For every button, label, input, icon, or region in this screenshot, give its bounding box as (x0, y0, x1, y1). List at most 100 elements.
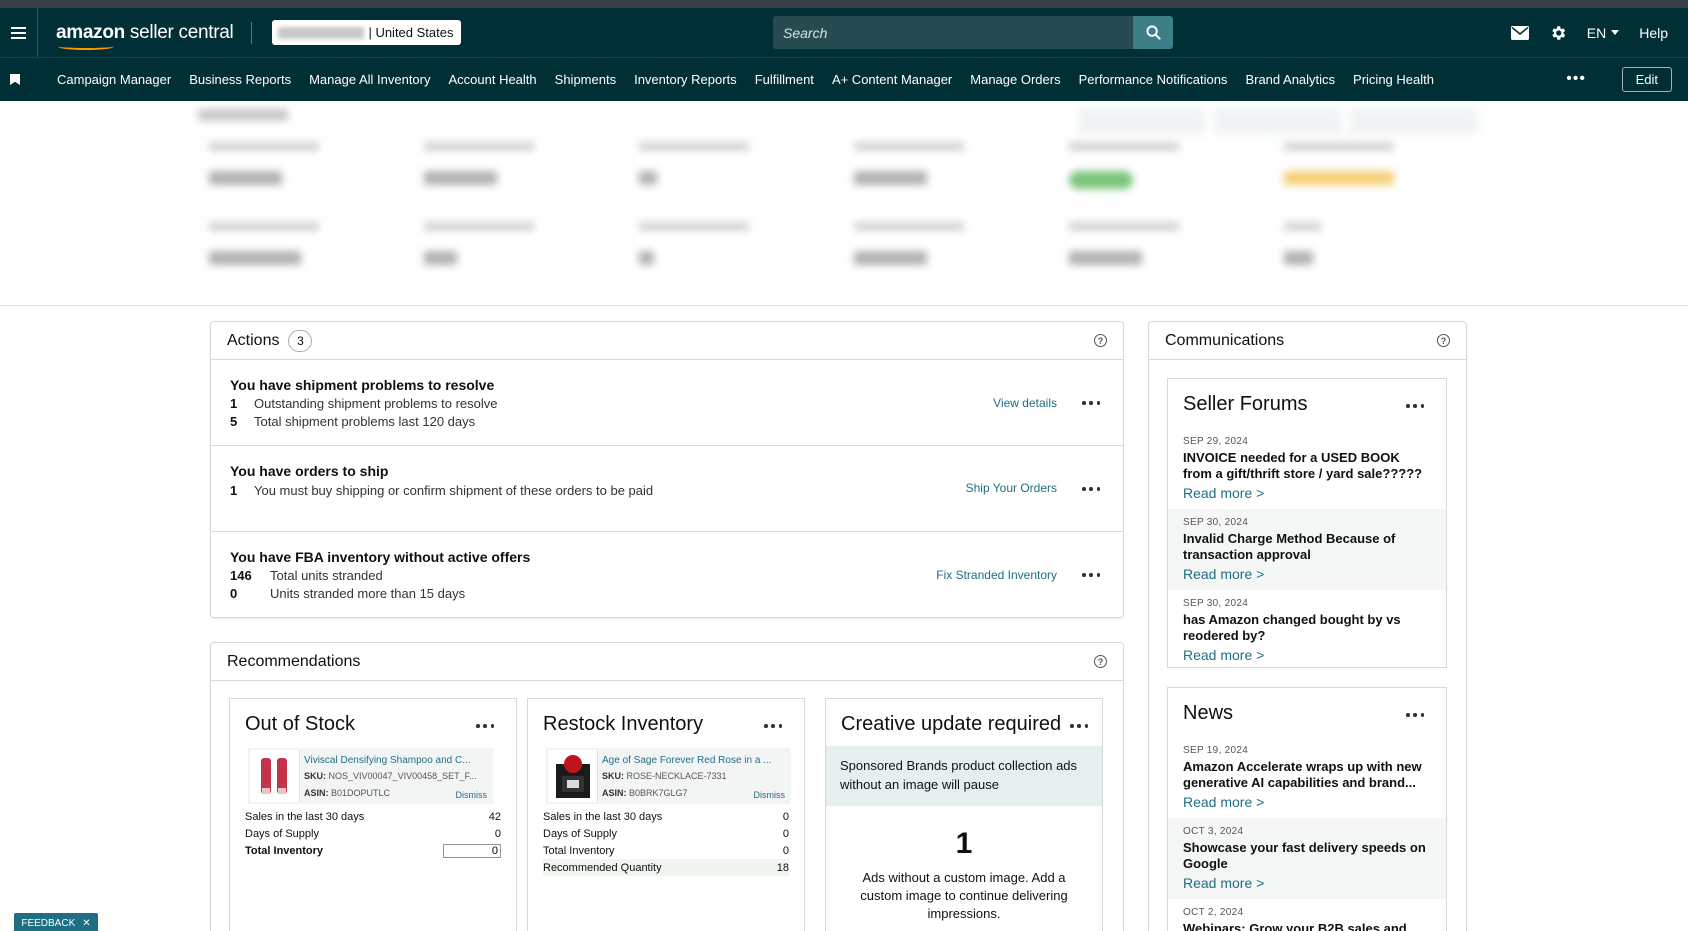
action-title: You have orders to ship (230, 463, 389, 479)
nav-manage-orders[interactable]: Manage Orders (970, 72, 1060, 87)
news-title[interactable]: Webinars: Grow your B2B sales and (1183, 921, 1431, 931)
stat-row: Total Inventory 0 (543, 844, 789, 857)
more-options-icon[interactable] (1406, 403, 1424, 409)
product-name-link[interactable]: Age of Sage Forever Red Rose in a ... (602, 755, 772, 766)
metrics-inner (198, 109, 1478, 283)
metrics-title-placeholder (198, 109, 288, 121)
more-options-icon[interactable] (1070, 723, 1088, 729)
nav-shipments[interactable]: Shipments (555, 72, 616, 87)
metric-tile (413, 213, 618, 283)
news-title[interactable]: Showcase your fast delivery speeds on Go… (1183, 840, 1431, 872)
creative-notice: Sponsored Brands product collection ads … (826, 746, 1102, 806)
marketplace-switcher[interactable]: | United States (272, 20, 461, 45)
view-details-link[interactable]: View details (993, 396, 1057, 410)
forum-post: SEP 29, 2024 INVOICE needed for a USED B… (1168, 428, 1446, 509)
shampoo-bottles-image (261, 758, 287, 794)
news-title[interactable]: Amazon Accelerate wraps up with new gene… (1183, 759, 1431, 791)
read-more-link[interactable]: Read more > (1183, 566, 1431, 582)
forum-post: SEP 30, 2024 has Amazon changed bought b… (1168, 590, 1446, 671)
more-options-icon[interactable] (1082, 486, 1100, 492)
nav-performance-notifications[interactable]: Performance Notifications (1079, 72, 1228, 87)
metrics-buttons-placeholder (1078, 109, 1478, 133)
gear-icon[interactable] (1549, 24, 1567, 42)
nav-business-reports[interactable]: Business Reports (189, 72, 291, 87)
recommendations-header: Recommendations (211, 643, 1123, 681)
post-title[interactable]: INVOICE needed for a USED BOOK from a gi… (1183, 450, 1431, 482)
feedback-tab[interactable]: FEEDBACK ✕ (14, 913, 98, 931)
action-line: 0 Units stranded more than 15 days (230, 585, 1104, 603)
more-options-icon[interactable] (1406, 712, 1424, 718)
more-options-icon[interactable] (764, 723, 782, 729)
product-sku: SKU: ROSE-NECKLACE-7331 (602, 771, 727, 781)
hamburger-menu-icon[interactable] (0, 8, 38, 57)
action-text: Total units stranded (270, 568, 383, 583)
chevron-down-icon (1611, 30, 1620, 35)
post-title[interactable]: Invalid Charge Method Because of transac… (1183, 531, 1431, 563)
action-number: 146 (230, 568, 252, 583)
search-input[interactable] (773, 16, 1133, 49)
read-more-link[interactable]: Read more > (1183, 647, 1431, 663)
action-text: Outstanding shipment problems to resolve (254, 396, 498, 411)
nav-brand-analytics[interactable]: Brand Analytics (1245, 72, 1335, 87)
product-asin: ASIN: B0BRK7GLG7 (602, 788, 688, 798)
product-thumbnail (548, 750, 598, 802)
product-name-link[interactable]: Viviscal Densifying Shampoo and C... (304, 755, 474, 766)
action-line: 1 Outstanding shipment problems to resolv… (230, 395, 1104, 413)
nav-campaign-manager[interactable]: Campaign Manager (57, 72, 171, 87)
action-line: 5 Total shipment problems last 120 days (230, 413, 1104, 431)
language-selector[interactable]: EN (1587, 25, 1620, 41)
read-more-link[interactable]: Read more > (1183, 875, 1431, 891)
restock-inventory-card: Restock Inventory Age of Sage Forever Re… (527, 698, 805, 931)
nav-edit-button[interactable]: Edit (1621, 67, 1672, 92)
bookmark-nav-bar: Campaign Manager Business Reports Manage… (0, 57, 1688, 101)
help-circle-icon[interactable]: ? (1437, 334, 1450, 347)
recommendations-panel: Recommendations ? Out of Stock Viviscal … (210, 642, 1124, 931)
total-inventory-input[interactable] (443, 843, 501, 858)
mail-icon[interactable] (1510, 25, 1529, 40)
news-date: SEP 19, 2024 (1183, 745, 1249, 756)
nav-manage-all-inventory[interactable]: Manage All Inventory (309, 72, 430, 87)
amazon-smile-icon (58, 43, 114, 50)
post-date: SEP 30, 2024 (1183, 517, 1249, 528)
more-options-icon[interactable] (1082, 400, 1100, 406)
recommendations-title: Recommendations (227, 652, 361, 670)
read-more-link[interactable]: Read more > (1183, 794, 1431, 810)
communications-title: Communications (1165, 331, 1285, 349)
close-icon[interactable]: ✕ (82, 918, 90, 929)
help-link[interactable]: Help (1639, 25, 1668, 41)
help-circle-icon[interactable]: ? (1094, 655, 1107, 668)
nav-account-health[interactable]: Account Health (448, 72, 536, 87)
logo-bold: amazon (56, 21, 125, 43)
news-item: OCT 3, 2024 Showcase your fast delivery … (1168, 818, 1446, 899)
action-title: You have shipment problems to resolve (230, 377, 495, 393)
metric-tile (843, 213, 1048, 283)
search-icon (1145, 25, 1161, 40)
post-title[interactable]: has Amazon changed bought by vs reodered… (1183, 612, 1431, 644)
stat-row: Days of Supply 0 (543, 827, 789, 840)
actions-count-badge: 3 (288, 329, 313, 352)
metric-tile (1273, 213, 1478, 283)
action-number: 1 (230, 483, 238, 498)
ship-your-orders-link[interactable]: Ship Your Orders (966, 481, 1057, 495)
metric-tile (198, 213, 403, 283)
fix-stranded-inventory-link[interactable]: Fix Stranded Inventory (936, 568, 1057, 582)
dismiss-link[interactable]: Dismiss (754, 790, 786, 800)
help-circle-icon[interactable]: ? (1094, 334, 1107, 347)
more-options-icon[interactable] (1082, 572, 1100, 578)
news-date: OCT 2, 2024 (1183, 907, 1244, 918)
nav-pricing-health[interactable]: Pricing Health (1353, 72, 1434, 87)
read-more-link[interactable]: Read more > (1183, 485, 1431, 501)
more-options-icon[interactable] (476, 723, 494, 729)
nav-more-icon[interactable]: ••• (1566, 70, 1586, 88)
nav-a-plus-content-manager[interactable]: A+ Content Manager (832, 72, 952, 87)
nav-fulfillment[interactable]: Fulfillment (755, 72, 814, 87)
action-text: Units stranded more than 15 days (270, 586, 466, 601)
dismiss-link[interactable]: Dismiss (456, 790, 488, 800)
search-button[interactable] (1133, 16, 1173, 49)
creative-count: 1 (955, 827, 973, 860)
nav-inventory-reports[interactable]: Inventory Reports (634, 72, 737, 87)
metric-tile (1273, 133, 1478, 203)
logo-rest: seller central (124, 21, 234, 43)
bookmark-icon[interactable] (10, 74, 20, 85)
seller-central-logo[interactable]: amazon seller central (56, 21, 234, 50)
